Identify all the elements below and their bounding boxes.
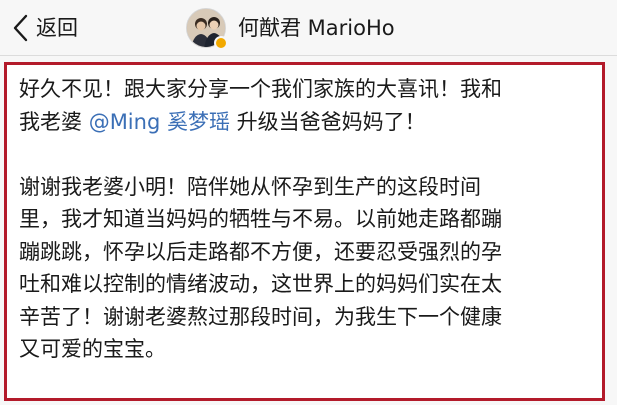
post-line: 辛苦了！谢谢老婆熬过那段时间，为我生下一个健康 bbox=[19, 304, 502, 329]
back-label: 返回 bbox=[36, 16, 78, 40]
mention-link[interactable]: @Ming 奚梦瑶 bbox=[89, 110, 230, 134]
post-body: 好久不见！跟大家分享一个我们家族的大喜讯！我和 我老婆 @Ming 奚梦瑶 升级… bbox=[19, 73, 595, 366]
post-text-fragment: 我老婆 bbox=[19, 109, 89, 134]
post-line: 我老婆 @Ming 奚梦瑶 升级当爸爸妈妈了！ bbox=[19, 106, 595, 139]
post-highlight-frame: 好久不见！跟大家分享一个我们家族的大喜讯！我和 我老婆 @Ming 奚梦瑶 升级… bbox=[4, 62, 605, 401]
post-line: 又可爱的宝宝。 bbox=[19, 337, 166, 361]
post-line: 里，我才知道当妈妈的牺牲与不易。以前她走路都蹦 bbox=[19, 207, 502, 231]
post-line: 好久不见！跟大家分享一个我们家族的大喜讯！我和 bbox=[19, 77, 502, 101]
post-text-fragment: 升级当爸爸妈妈了！ bbox=[229, 109, 426, 134]
back-button[interactable]: 返回 bbox=[10, 10, 78, 46]
post-line: 吐和难以控制的情绪波动，这世界上的妈妈们实在太 bbox=[19, 272, 502, 296]
profile-name: 何猷君 MarioHo bbox=[238, 16, 395, 40]
top-navigation-bar: 返回 何猷君 MarioHo bbox=[0, 0, 617, 56]
chevron-left-icon bbox=[13, 14, 28, 42]
post-line: 谢谢我老婆小明！陪伴她从怀孕到生产的这段时间 bbox=[19, 174, 481, 199]
verified-badge-icon bbox=[214, 36, 228, 50]
post-line: 蹦跳跳，怀孕以后走路都不方便，还要忍受强烈的孕 bbox=[19, 239, 502, 264]
